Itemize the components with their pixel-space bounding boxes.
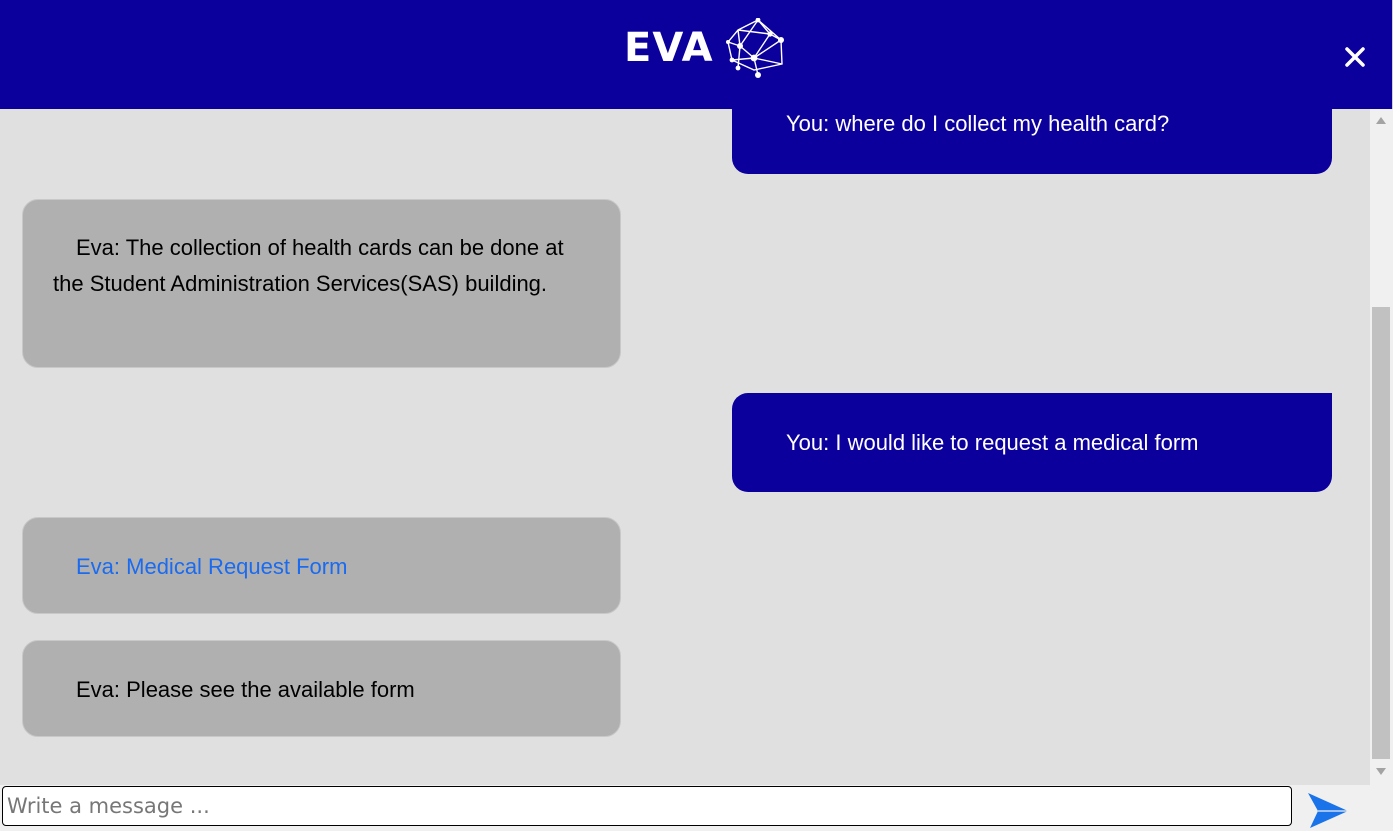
user-message: You: where do I collect my health card?: [732, 109, 1332, 174]
message-text: Eva: Please see the available form: [76, 677, 415, 702]
bot-message: Eva: Please see the available form: [22, 640, 621, 737]
message-input[interactable]: [2, 786, 1292, 826]
bot-message: Eva: Medical Request Form: [22, 517, 621, 614]
scroll-up-arrow-icon[interactable]: [1376, 117, 1386, 124]
message-text: You: where do I collect my health card?: [786, 111, 1170, 136]
scroll-thumb[interactable]: [1372, 307, 1390, 759]
message-composer: [0, 785, 1393, 831]
scroll-down-arrow-icon[interactable]: [1376, 768, 1386, 775]
chat-messages[interactable]: You: where do I collect my health card? …: [0, 109, 1370, 785]
chat-header: EVA: [0, 0, 1393, 109]
app-title: EVA: [624, 25, 714, 71]
bot-message: Eva: The collection of health cards can …: [22, 199, 621, 368]
message-text: You: I would like to request a medical f…: [786, 430, 1199, 455]
message-text: Eva: The collection of health cards can …: [53, 235, 564, 296]
chat-scrollbar[interactable]: [1370, 109, 1392, 785]
medical-request-form-link[interactable]: Eva: Medical Request Form: [76, 554, 347, 579]
send-icon[interactable]: [1306, 791, 1350, 829]
user-message: You: I would like to request a medical f…: [732, 393, 1332, 492]
network-globe-icon: [725, 18, 784, 78]
close-icon[interactable]: [1338, 40, 1372, 74]
brand: EVA: [624, 18, 788, 78]
